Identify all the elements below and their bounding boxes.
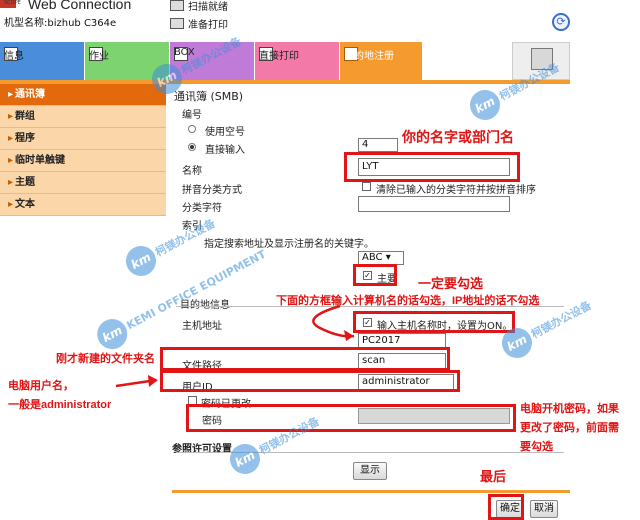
highlight-host — [353, 311, 515, 333]
number-label: 编号 — [182, 110, 202, 121]
tab-destination-registration-label: 目的地注册 — [344, 51, 394, 62]
status-print-text: 准备打印 — [188, 20, 228, 31]
tab-info[interactable]: 信息 — [0, 42, 84, 80]
number-input[interactable]: 4 — [358, 138, 398, 152]
name-label: 名称 — [182, 166, 202, 177]
highlight-path — [160, 347, 450, 371]
tab-info-label: 信息 — [4, 51, 24, 62]
tab-direct-print[interactable]: 直接打印 — [255, 42, 339, 80]
category-input[interactable] — [358, 196, 510, 212]
sidebar: ▸ 通讯簿 ▸ 群组 ▸ 程序 ▸ 临时单触键 ▸ 主题 ▸ 文本 — [0, 84, 166, 216]
annotation-main: 一定要勾选 — [418, 276, 484, 291]
arrow-head — [148, 375, 158, 387]
printer-icon — [170, 18, 184, 29]
scanner-icon — [170, 0, 184, 11]
annotation-last: 最后 — [480, 469, 507, 484]
sidebar-item-text[interactable]: ▸ 文本 — [0, 194, 166, 216]
arrow-host — [312, 304, 355, 338]
arrow-user — [115, 379, 151, 388]
sidebar-item-subject[interactable]: ▸ 主题 — [0, 172, 166, 194]
sidebar-item-program[interactable]: ▸ 程序 — [0, 128, 166, 150]
annotation-host: 下面的方框输入计算机名的话勾选，IP地址的话不勾选 — [276, 295, 540, 307]
refresh-icon[interactable]: ⟳ — [552, 13, 570, 31]
watermark-text: 柯镁办公设备 — [153, 216, 218, 260]
sidebar-item-label: 主题 — [15, 177, 36, 188]
form-heading: 通讯簿 (SMB) — [174, 90, 244, 103]
arrow-right-icon: ▸ — [8, 111, 14, 122]
logo-text: SCOPE — [4, 0, 21, 6]
pinyin-sort-checkbox[interactable] — [362, 182, 371, 191]
arrow-right-icon: ▸ — [8, 199, 14, 210]
tab-job-label: 作业 — [89, 51, 109, 62]
index-select[interactable]: ABC ▾ — [358, 251, 404, 265]
arrow-right-icon: ▸ — [8, 177, 14, 188]
use-free-number-radio[interactable] — [188, 125, 196, 133]
model-name: 机型名称:bizhub C364e — [4, 18, 117, 29]
arrow-right-icon: ▸ — [8, 155, 14, 166]
sidebar-item-temporary-one-touch[interactable]: ▸ 临时单触键 — [0, 150, 166, 172]
arrow-right-icon: ▸ — [8, 133, 14, 144]
annotation-name: 你的名字或部门名 — [402, 129, 514, 145]
highlight-user — [160, 370, 460, 392]
sidebar-item-address-book[interactable]: ▸ 通讯簿 — [0, 84, 166, 106]
highlight-main — [353, 264, 397, 286]
annotation-password-2: 更改了密码，前面需 — [520, 422, 619, 434]
show-button[interactable]: 显示 — [353, 462, 387, 480]
watermark-text: 柯镁办公设备 — [497, 60, 562, 104]
watermark: km KEMI OFFICE EQUIPMENT — [91, 240, 272, 355]
status-scan-text: 扫描就绪 — [188, 2, 228, 13]
pinyin-label: 拼音分类方式 — [182, 185, 242, 196]
annotation-user-2: 一般是administrator — [8, 399, 112, 411]
highlight-name — [344, 152, 520, 182]
highlight-password — [186, 404, 516, 432]
direct-input-label: 直接输入 — [205, 145, 245, 156]
status-print: 准备打印 — [170, 16, 228, 31]
direct-input-radio[interactable] — [188, 143, 196, 151]
index-select-value: ABC — [362, 252, 383, 263]
footer-divider — [172, 490, 570, 493]
status-scan: 扫描就绪 — [170, 0, 228, 13]
chevron-down-icon: ▾ — [385, 252, 391, 263]
sidebar-item-label: 程序 — [15, 133, 36, 144]
app-title: Web Connection — [28, 0, 132, 12]
annotation-password-3: 要勾选 — [520, 441, 553, 453]
tab-destination-registration[interactable]: 目的地注册 — [340, 42, 422, 80]
arrow-right-icon: ▸ — [8, 89, 14, 100]
annotation-user-1: 电脑用户名， — [8, 380, 74, 392]
index-hint: 指定搜索地址及显示注册名的关键字。 — [204, 239, 374, 250]
pinyin-sort-label: 清除已输入的分类字符并按拼音排序 — [376, 185, 536, 196]
use-free-number-label: 使用空号 — [205, 127, 245, 138]
highlight-ok — [488, 494, 524, 520]
sidebar-item-group[interactable]: ▸ 群组 — [0, 106, 166, 128]
annotation-password-1: 电脑开机密码，如果 — [520, 403, 619, 415]
sidebar-item-label: 通讯簿 — [15, 89, 46, 100]
tab-direct-print-label: 直接打印 — [259, 51, 299, 62]
sidebar-item-label: 文本 — [15, 199, 36, 210]
host-label: 主机地址 — [182, 321, 222, 332]
sidebar-item-label: 临时单触键 — [15, 155, 66, 166]
sidebar-item-label: 群组 — [15, 111, 36, 122]
cancel-button[interactable]: 取消 — [530, 500, 558, 518]
